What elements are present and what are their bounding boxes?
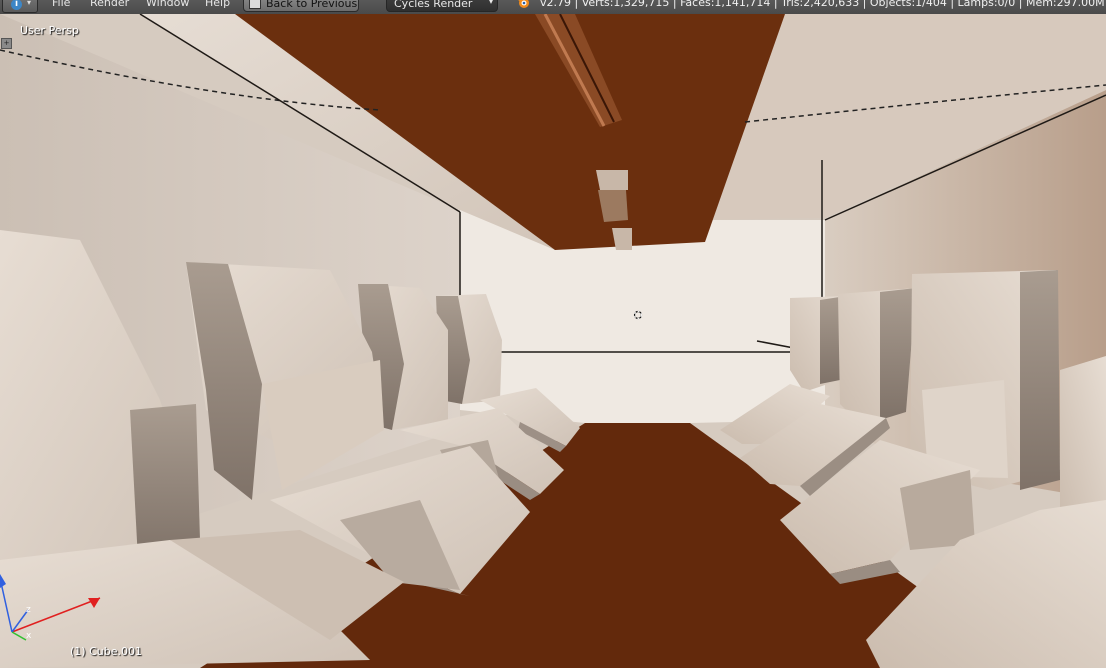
menu-render[interactable]: Render [90,0,129,9]
svg-text:z: z [26,605,31,615]
screen-icon [249,0,261,9]
chevron-down-icon: ▾ [488,0,493,6]
blender-logo-icon [518,0,529,8]
svg-text:x: x [26,631,32,641]
region-expand-icon[interactable]: + [1,38,12,49]
chevron-down-icon: ▾ [27,0,32,7]
menu-help[interactable]: Help [205,0,230,9]
render-engine-select[interactable]: Cycles Render ▾ [386,0,498,12]
view-name-label: User Persp [20,24,79,37]
info-icon: i [11,0,22,10]
editor-type-button[interactable]: i ▾ [2,0,38,13]
render-engine-label: Cycles Render [394,0,473,10]
menu-window[interactable]: Window [146,0,189,9]
3d-viewport[interactable]: z x + User Persp (1) Cube.001 [0,14,1106,668]
back-to-previous-button[interactable]: Back to Previous [243,0,359,12]
menu-file[interactable]: File [52,0,70,9]
scene-statistics: v2.79 | Verts:1,329,715 | Faces:1,141,71… [540,0,1106,9]
back-to-previous-label: Back to Previous [266,0,358,10]
cabin-render: z x [0,14,1106,668]
info-header: i ▾ File Render Window Help Back to Prev… [0,0,1106,15]
active-object-label: (1) Cube.001 [70,645,142,658]
